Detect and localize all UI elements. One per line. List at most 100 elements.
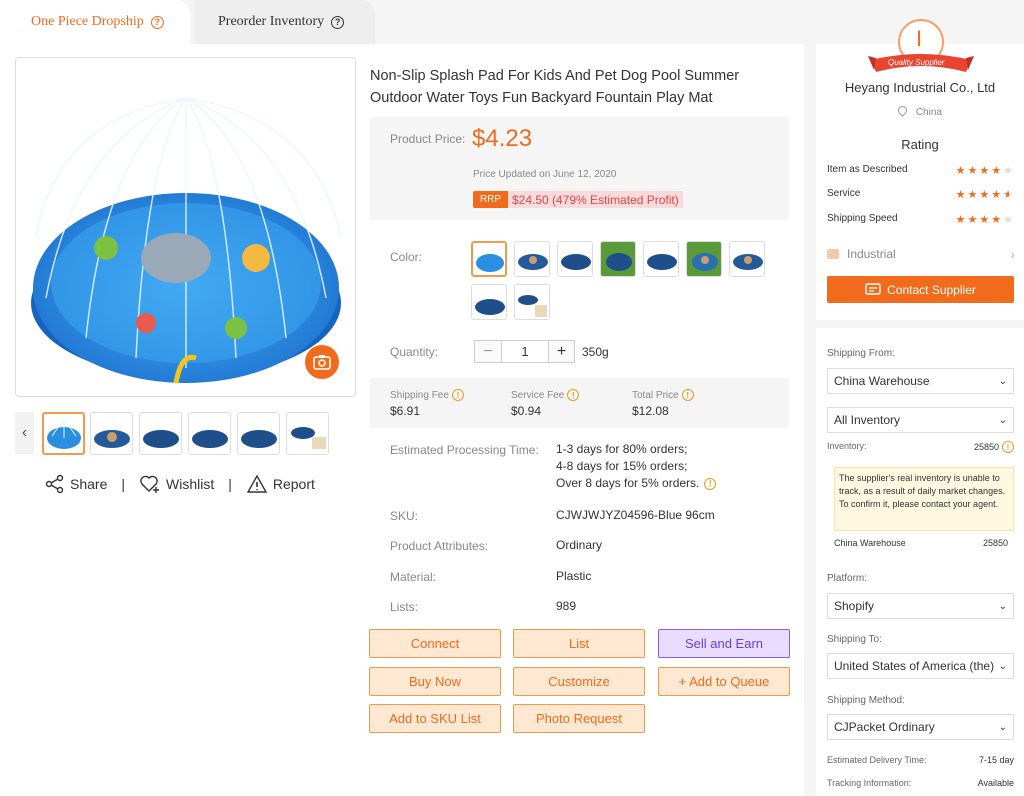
shipping-method-label: Shipping Method:: [827, 695, 905, 706]
product-main-image[interactable]: [15, 57, 356, 397]
sku-value: CJWJWJYZ04596-Blue 96cm: [556, 508, 715, 522]
delivery-row: Estimated Delivery Time: 7-15 day: [827, 755, 1014, 765]
shipping-to-select[interactable]: United States of America (the) ⌄: [827, 653, 1014, 679]
shipping-from-select[interactable]: China Warehouse ⌄: [827, 368, 1014, 394]
chevron-down-icon: ⌄: [998, 414, 1007, 426]
platform-select[interactable]: Shopify ⌄: [827, 593, 1014, 619]
star-rating: ★★★★★: [955, 165, 1015, 177]
increment-button[interactable]: +: [548, 341, 574, 362]
contact-label: Contact Supplier: [887, 282, 976, 297]
info-icon[interactable]: !: [567, 389, 580, 401]
inventory-label: Inventory:: [827, 441, 867, 451]
chat-icon: [865, 282, 881, 295]
inventory-select[interactable]: All Inventory ⌄: [827, 407, 1014, 433]
shipping-from-label: Shipping From:: [827, 348, 895, 359]
color-swatch[interactable]: [686, 241, 722, 277]
customize-button[interactable]: Customize: [513, 667, 645, 696]
quantity-label: Quantity:: [390, 345, 439, 359]
product-title: Non-Slip Splash Pad For Kids And Pet Dog…: [370, 68, 740, 106]
delivery-label: Estimated Delivery Time:: [827, 755, 927, 765]
swatch-image: [518, 295, 547, 317]
color-swatch[interactable]: [729, 241, 765, 277]
tab-one-piece-dropship[interactable]: One Piece Dropship ?: [0, 0, 190, 44]
processing-value: 1-3 days for 80% orders; 4-8 days for 15…: [556, 441, 717, 492]
processing-line: 4-8 days for 15% orders;: [556, 459, 688, 473]
color-swatch[interactable]: [514, 284, 550, 320]
color-swatch[interactable]: [471, 241, 507, 277]
heart-plus-icon: [140, 475, 159, 493]
image-search-button[interactable]: [305, 345, 339, 379]
minus-icon: −: [483, 342, 493, 360]
material-value: Plastic: [556, 569, 592, 583]
rrp-badge: RRP: [473, 191, 508, 208]
product-price: $4.23: [472, 125, 533, 152]
price-updated: Price Updated on June 12, 2020: [473, 169, 617, 180]
quantity-input[interactable]: 1: [501, 341, 548, 362]
rating-title: Rating: [901, 137, 939, 152]
thumbnail-image: [47, 418, 81, 449]
thumbnail-image: [94, 430, 130, 448]
info-icon[interactable]: !: [451, 389, 464, 401]
rrp-value: $24.50 (479% Estimated Profit): [508, 191, 683, 208]
thumbnail[interactable]: [42, 412, 85, 455]
thumbnail[interactable]: [286, 412, 329, 455]
thumbnail[interactable]: [90, 412, 133, 455]
select-value: China Warehouse: [834, 374, 930, 388]
industry-link[interactable]: Industrial ›: [827, 246, 1015, 262]
inventory-count: 25850: [973, 442, 999, 452]
add-to-sku-list-button[interactable]: Add to SKU List: [369, 704, 501, 733]
info-icon[interactable]: !: [1002, 441, 1014, 453]
connect-button[interactable]: Connect: [369, 629, 501, 658]
wishlist-button[interactable]: Wishlist: [139, 474, 214, 494]
color-swatch[interactable]: [514, 241, 550, 277]
weight: 350g: [582, 345, 609, 359]
shipping-fee: Shipping Fee! $6.91: [390, 389, 464, 418]
price-label: Product Price:: [390, 132, 466, 146]
color-swatch[interactable]: [557, 241, 593, 277]
help-icon[interactable]: ?: [150, 15, 164, 29]
processing-label: Estimated Processing Time:: [390, 443, 539, 457]
color-swatch[interactable]: [600, 241, 636, 277]
list-button[interactable]: List: [513, 629, 645, 658]
location-pin-icon: [896, 104, 909, 117]
industry-icon: [827, 249, 839, 259]
swatch-image: [647, 254, 677, 270]
sku-label: SKU:: [390, 509, 419, 523]
shipping-method-select[interactable]: CJPacket Ordinary ⌄: [827, 714, 1014, 740]
thumbnail-image: [192, 430, 228, 448]
buy-now-button[interactable]: Buy Now: [369, 667, 501, 696]
photo-request-button[interactable]: Photo Request: [513, 704, 645, 733]
chevron-right-icon: ›: [1010, 246, 1015, 262]
processing-line: Over 8 days for 5% orders.: [556, 476, 700, 490]
supplier-name[interactable]: Heyang Industrial Co., Ltd: [816, 80, 1024, 95]
star-rating: ★★★★★: [955, 214, 1015, 226]
thumbnail[interactable]: [188, 412, 231, 455]
info-icon[interactable]: !: [681, 389, 694, 401]
thumbnail[interactable]: [237, 412, 280, 455]
share-icon: [45, 474, 64, 494]
info-icon[interactable]: !: [704, 477, 717, 490]
industry-label: Industrial: [847, 247, 896, 261]
thumbnail-prev-button[interactable]: ‹: [15, 412, 34, 454]
rating-row: Service ★★★★★: [827, 188, 1015, 201]
total-price-value: $12.08: [632, 404, 669, 418]
shipping-to-label: Shipping To:: [827, 634, 882, 645]
inventory-row: Inventory: 25850!: [827, 441, 1014, 453]
tracking-label: Tracking Information:: [827, 778, 912, 788]
select-value: United States of America (the): [834, 659, 995, 673]
thumbnail[interactable]: [139, 412, 182, 455]
add-to-queue-button[interactable]: + Add to Queue: [658, 667, 790, 696]
color-swatch[interactable]: [471, 284, 507, 320]
quality-supplier-badge: I Quality Supplier: [866, 18, 976, 80]
color-swatch[interactable]: [643, 241, 679, 277]
swatch-image: [476, 254, 504, 272]
rating-label: Service: [827, 188, 861, 199]
help-icon[interactable]: ?: [331, 15, 345, 29]
contact-supplier-button[interactable]: Contact Supplier: [827, 276, 1014, 303]
tab-preorder-inventory[interactable]: Preorder Inventory ?: [195, 0, 375, 44]
sell-and-earn-button[interactable]: Sell and Earn: [658, 629, 790, 658]
swatch-image: [475, 299, 505, 315]
report-button[interactable]: Report: [246, 474, 315, 494]
decrement-button[interactable]: −: [475, 341, 501, 362]
share-button[interactable]: Share: [45, 474, 107, 494]
